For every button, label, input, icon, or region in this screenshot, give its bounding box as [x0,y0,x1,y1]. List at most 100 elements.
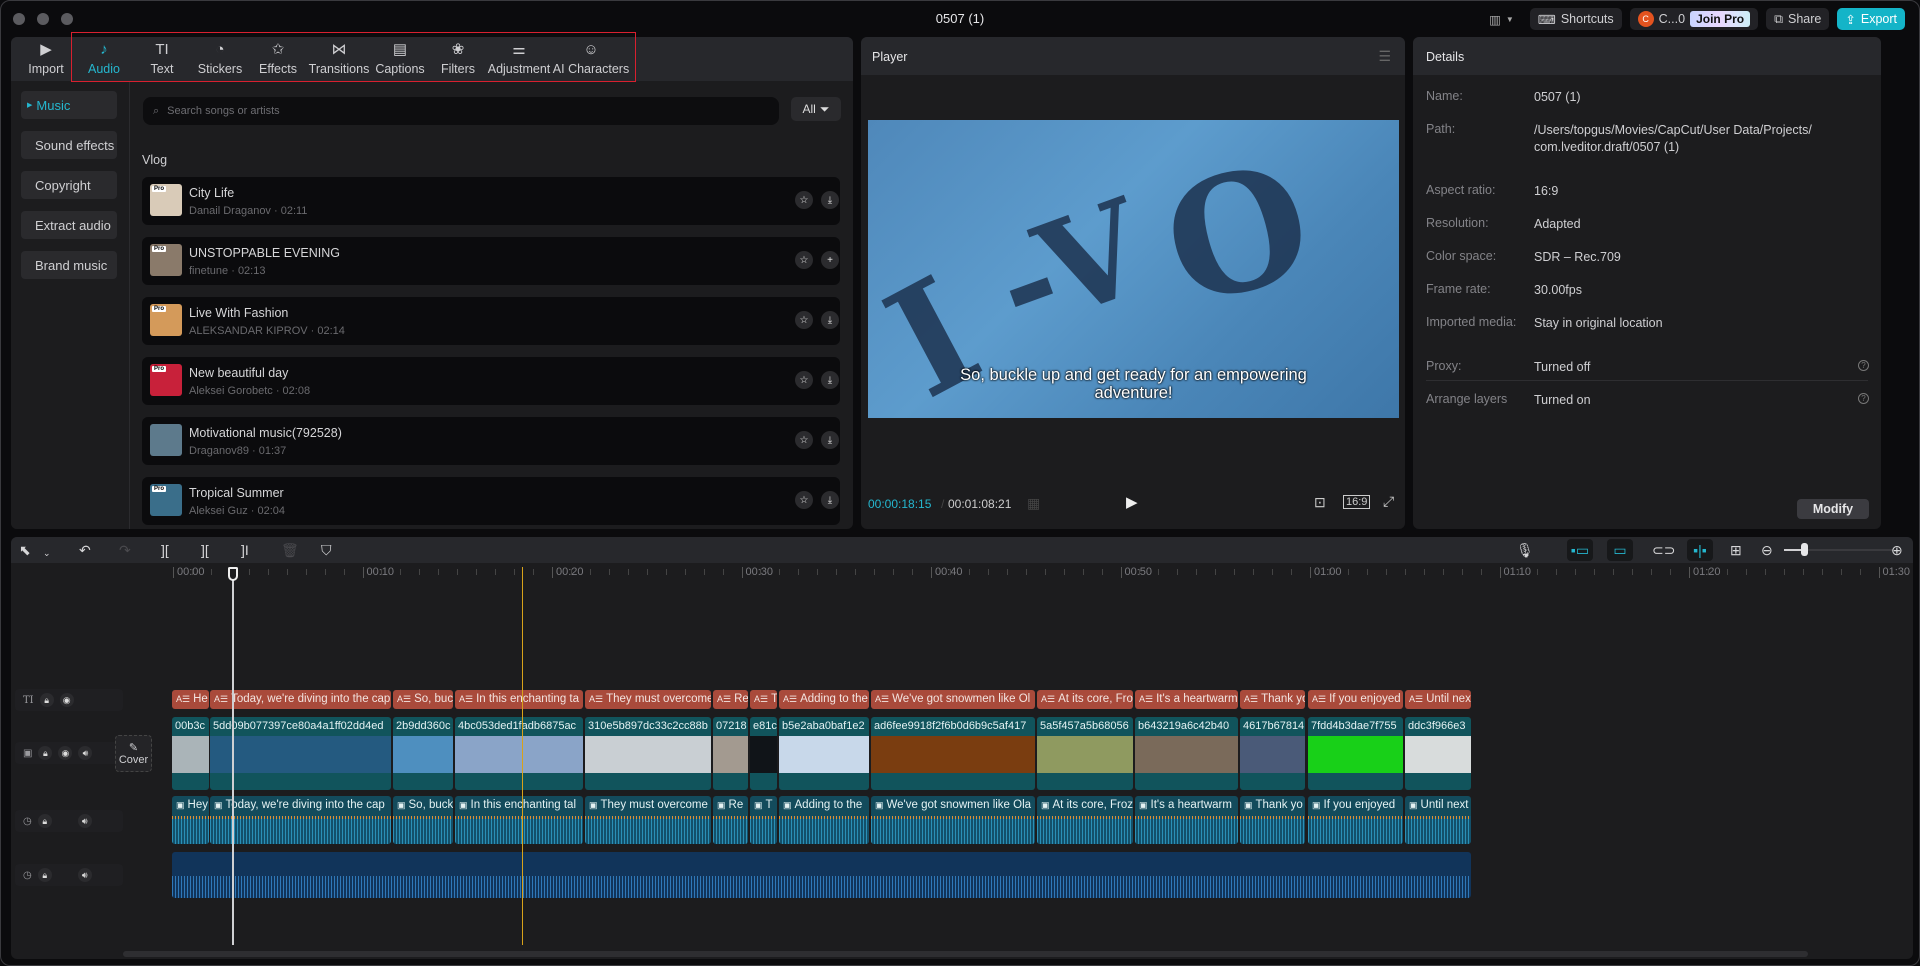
audio-clip[interactable]: ▣ If you enjoyed [1308,796,1403,844]
frame-grid-icon[interactable]: ▦ [1027,495,1040,512]
favorite-star-icon[interactable]: ☆ [795,191,813,209]
text-clip[interactable]: A☰ Until nex [1405,690,1471,709]
video-clip[interactable]: b643219a6c42b40 [1135,717,1238,790]
trim-right-icon[interactable]: ]I [241,542,249,558]
song-item[interactable]: Motivational music(792528) Draganov89 · … [142,417,840,465]
menu-icon[interactable]: ☰ [1378,48,1391,65]
filter-button[interactable]: All ⏷ [791,97,841,121]
select-tool-icon[interactable]: ⬉ [19,542,31,558]
zoom-fit-icon[interactable]: ⊡ [1314,494,1326,511]
song-item[interactable]: Pro City Life Danail Draganov · 02:11 ☆ … [142,177,840,225]
audio-clip[interactable]: ▣ At its core, Froz [1037,796,1133,844]
video-clip[interactable]: 07218 [713,717,748,790]
aspect-ratio-button[interactable]: 16:9 [1343,495,1371,509]
tab-captions[interactable]: ▤ Captions [371,37,429,81]
cover-button[interactable]: ✎ Cover [115,735,152,772]
tab-adjustment[interactable]: ⚌ Adjustment [487,37,551,81]
lock-icon[interactable]: 🔒︎ [37,814,52,828]
tab-audio[interactable]: ♪ Audio [75,37,133,81]
tab-effects[interactable]: ✩ Effects [249,37,307,81]
song-item[interactable]: Pro New beautiful day Aleksei Gorobetc ·… [142,357,840,405]
split-icon[interactable]: ][ [161,542,169,558]
audio-clip[interactable]: ▣ Today, we're diving into the cap [210,796,391,844]
timeline-fit-icon[interactable]: ⊞ [1730,542,1742,558]
marker-icon[interactable]: ⛉ [321,542,332,558]
text-clip[interactable]: A☰ We've got snowmen like Ol [871,690,1035,709]
download-icon[interactable]: ⤓ [821,491,839,509]
redo-icon[interactable]: ↷ [119,542,131,558]
text-clip[interactable]: A☰ Adding to the [779,690,869,709]
text-clip[interactable]: A☰ Today, we're diving into the cap [210,690,391,709]
audio-clip[interactable]: ▣ Until next [1405,796,1471,844]
tab-text[interactable]: TI Text [133,37,191,81]
text-clip[interactable]: A☰T [750,690,777,709]
video-clip[interactable]: 2b9dd360c [393,717,453,790]
lock-icon[interactable]: 🔒︎ [38,746,53,760]
volume-icon[interactable]: 🔊︎ [78,746,93,760]
tab-stickers[interactable]: ◔ Stickers [191,37,249,81]
video-clip[interactable]: e81c [750,717,777,790]
music-clip[interactable] [172,852,1471,898]
search-input[interactable]: ⌕ Search songs or artists [143,97,779,125]
audio-clip[interactable]: ▣ They must overcome [585,796,711,844]
lock-icon[interactable]: 🔒︎ [39,693,54,707]
video-clip[interactable]: ad6fee9918f2f6b0d6b9c5af417 [871,717,1035,790]
text-clip[interactable]: A☰ They must overcome [585,690,711,709]
text-clip[interactable]: A☰ Re [713,690,748,709]
zoom-slider-handle[interactable] [1801,543,1808,556]
eye-icon[interactable]: ◉ [59,693,74,707]
video-clip[interactable]: ddc3f966e3 [1405,717,1471,790]
eye-icon[interactable]: ◉ [58,746,73,760]
sidebar-item-sound-effects[interactable]: Sound effects [21,131,117,159]
favorite-star-icon[interactable]: ☆ [795,431,813,449]
audio-clip[interactable]: ▣ So, buck [393,796,453,844]
shortcuts-button[interactable]: ⌨ Shortcuts [1529,8,1622,30]
auto-snap-icon[interactable]: ▭ [1607,539,1633,561]
microphone-icon[interactable]: 🎙 [1516,542,1534,558]
volume-icon[interactable]: 🔊︎ [77,814,92,828]
text-clip[interactable]: A☰ If you enjoyed [1308,690,1403,709]
timeline-ruler[interactable]: 00:00 00:10 00:20 00:30 00:40 00:50 01:00 01:10… [11,563,1913,581]
sidebar-item-extract-audio[interactable]: Extract audio [21,211,117,239]
video-clip[interactable]: 310e5b897dc33c2cc88b [585,717,711,790]
timeline-scrollbar[interactable] [123,951,1808,957]
video-clip[interactable]: 4617b67814 [1240,717,1305,790]
video-clip[interactable]: 00b3c [172,717,209,790]
tab-import[interactable]: ▶ Import [17,37,75,81]
join-pro-button[interactable]: Join Pro [1690,11,1751,27]
chevron-down-icon[interactable]: ⌄ [43,545,51,561]
text-clip[interactable]: A☰ He [172,690,209,709]
zoom-in-icon[interactable]: ⊕ [1891,542,1903,558]
share-button[interactable]: ⧉ Share [1766,8,1830,30]
video-clip[interactable]: 5dd09b077397ce80a4a1ff02dd4ed [210,717,391,790]
volume-icon[interactable]: 🔊︎ [77,868,92,882]
audio-clip[interactable]: ▣ Hey [172,796,209,844]
export-button[interactable]: ⇪ Export [1837,8,1905,30]
text-clip[interactable]: A☰ In this enchanting ta [455,690,583,709]
sidebar-item-brand-music[interactable]: Brand music [21,251,117,279]
play-button[interactable]: ▶ [1126,493,1138,511]
fullscreen-icon[interactable]: ⤢ [1383,493,1394,510]
add-icon[interactable]: + [821,251,839,269]
delete-icon[interactable]: 🗑 [281,542,299,558]
text-clip[interactable]: A☰ At its core, Froz [1037,690,1133,709]
lock-icon[interactable]: 🔒︎ [37,868,52,882]
video-clip[interactable]: 5a5f457a5b68056 [1037,717,1133,790]
trim-left-icon[interactable]: ][ [201,542,209,558]
video-clip[interactable]: 7fdd4b3dae7f755 [1308,717,1403,790]
download-icon[interactable]: ⤓ [821,311,839,329]
preview-axis-icon[interactable]: ▪|▪ [1687,539,1713,561]
song-item[interactable]: Pro Live With Fashion ALEKSANDAR KIPROV … [142,297,840,345]
audio-clip[interactable]: ▣ We've got snowmen like Ola [871,796,1035,844]
download-icon[interactable]: ⤓ [821,191,839,209]
song-item[interactable]: Pro Tropical Summer Aleksei Guz · 02:04 … [142,477,840,525]
text-clip[interactable]: A☰ So, buc [393,690,453,709]
favorite-star-icon[interactable]: ☆ [795,371,813,389]
video-clip[interactable]: b5e2aba0baf1e2 [779,717,869,790]
undo-icon[interactable]: ↶ [79,542,91,558]
text-clip[interactable]: A☰ Thank yo [1240,690,1305,709]
favorite-star-icon[interactable]: ☆ [795,491,813,509]
download-icon[interactable]: ⤓ [821,371,839,389]
video-clip[interactable]: 4bc053ded1fadb6875ac [455,717,583,790]
song-item[interactable]: Pro UNSTOPPABLE EVENING finetune · 02:13… [142,237,840,285]
